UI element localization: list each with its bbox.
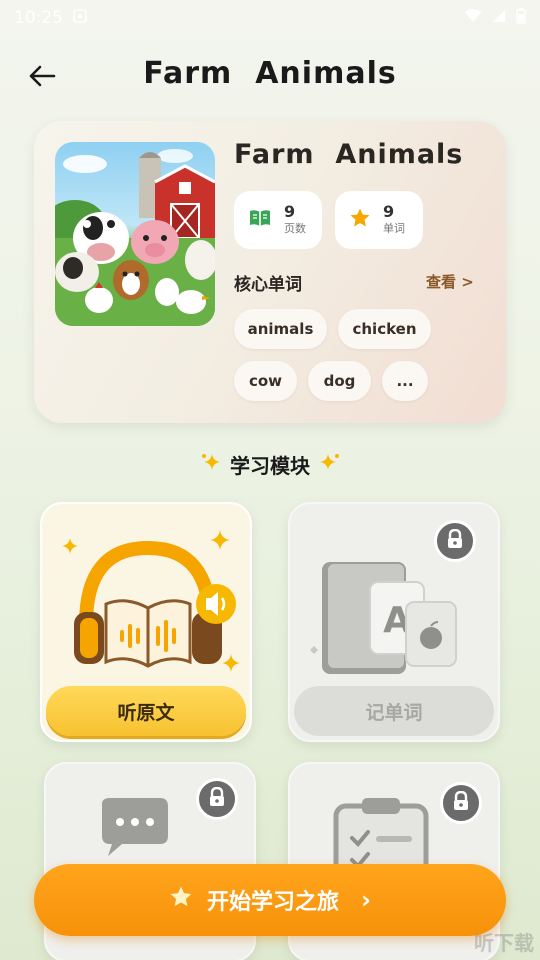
page-count-label: 页数 xyxy=(284,222,306,235)
start-learning-button[interactable]: 开始学习之旅 › xyxy=(34,864,506,936)
status-bar: 10:25 xyxy=(0,0,540,36)
book-cover-image[interactable] xyxy=(55,142,215,326)
memorize-words-button[interactable]: 记单词 xyxy=(294,686,494,736)
word-chip[interactable]: animals xyxy=(234,309,327,349)
header: Farm Animals xyxy=(0,50,540,104)
page-count-stat: 9 页数 xyxy=(234,191,322,249)
word-count-stat: 9 单词 xyxy=(335,191,423,249)
section-title: 学习模块 xyxy=(230,454,310,478)
watermark: 听下载 xyxy=(474,931,534,955)
sparkle-icon xyxy=(318,452,340,477)
page-count-value: 9 xyxy=(284,202,296,221)
notification-icon xyxy=(73,8,87,28)
star-icon xyxy=(169,885,193,915)
sparkle-icon xyxy=(222,654,240,676)
word-chip[interactable]: chicken xyxy=(338,309,431,349)
battery-icon xyxy=(516,7,526,29)
word-chip[interactable]: dog xyxy=(308,361,371,401)
page-title: Farm Animals xyxy=(143,56,397,91)
chat-bubble-icon xyxy=(96,796,216,870)
headphones-book-icon xyxy=(66,534,236,678)
word-chip[interactable]: cow xyxy=(234,361,297,401)
book-title: Farm Animals xyxy=(234,139,464,170)
word-count-label: 单词 xyxy=(383,222,405,235)
wifi-icon xyxy=(464,8,482,28)
core-words-label: 核心单词 xyxy=(234,275,302,295)
lock-icon xyxy=(452,790,470,815)
lock-icon xyxy=(446,528,464,553)
sparkle-icon xyxy=(200,452,222,477)
flashcards-book-icon: A xyxy=(310,552,480,686)
signal-icon xyxy=(492,8,506,28)
view-words-link[interactable]: 查看 > xyxy=(426,271,474,292)
start-learning-label: 开始学习之旅 xyxy=(207,890,340,915)
star-icon xyxy=(349,207,371,233)
open-book-icon xyxy=(248,208,272,232)
more-words-chip[interactable]: ... xyxy=(382,361,428,401)
clock: 10:25 xyxy=(14,8,63,28)
section-heading: 学习模块 xyxy=(0,450,540,479)
book-card: Farm Animals 9 页数 9 单词 核心单词 查看 > animals… xyxy=(34,121,506,423)
chevron-right-icon: › xyxy=(361,886,371,914)
module-listen-card[interactable]: 听原文 xyxy=(40,502,252,742)
listen-original-button[interactable]: 听原文 xyxy=(46,686,246,736)
module-words-card[interactable]: A 记单词 xyxy=(288,502,500,742)
lock-badge xyxy=(440,782,482,824)
word-count-value: 9 xyxy=(383,202,395,221)
